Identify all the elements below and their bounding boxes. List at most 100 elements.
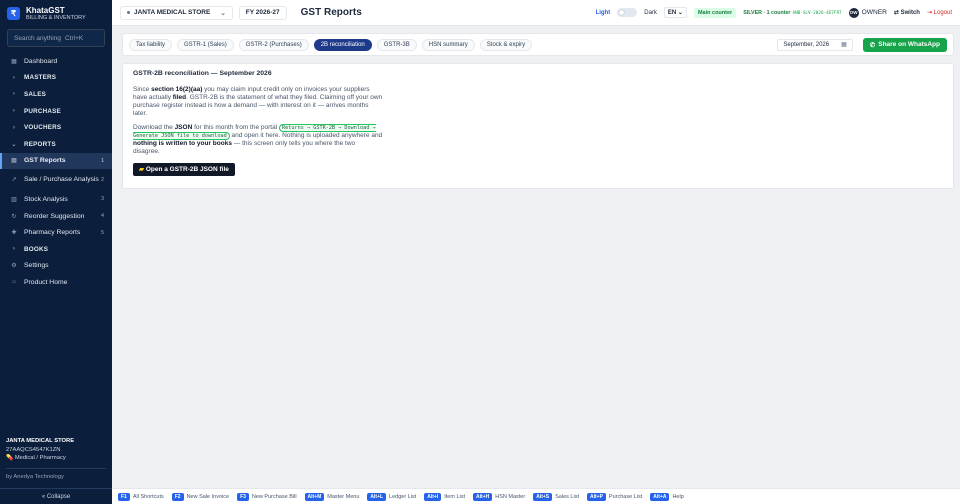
nav-icon: ↗ <box>11 177 17 184</box>
sidebar-item-label: SALES <box>24 90 46 98</box>
logout-button[interactable]: ⇥ Logout <box>927 9 952 16</box>
shortcut-label: All Shortcuts <box>132 493 164 500</box>
license-badge: SILVER · 1 counter ANB-SLV-2026-4E7F97 <box>743 10 841 16</box>
chevron-right-icon: › <box>12 91 16 98</box>
shortcut-number: 4 <box>100 213 104 220</box>
nav-icon: ▦ <box>11 58 17 65</box>
shortcut-item[interactable]: Alt+H HSN Master <box>473 492 525 501</box>
open-json-label: Open a GSTR-2B JSON file <box>145 166 229 173</box>
shortcut-item[interactable]: Alt+L Ledger List <box>367 492 417 501</box>
shortcut-item[interactable]: F1 All Shortcuts <box>118 492 164 501</box>
shortcut-item[interactable]: Alt+A Help <box>650 492 684 501</box>
nav-icon: ✚ <box>11 230 17 237</box>
sidebar-item-label: GST Reports <box>24 157 66 165</box>
sidebar-item-product-home[interactable]: ⌂ Product Home <box>0 274 112 291</box>
sidebar-item-vouchers[interactable]: › VOUCHERS <box>0 119 112 136</box>
fy-selector[interactable]: FY 2026-27 <box>238 5 287 20</box>
store-dot-icon <box>127 11 130 14</box>
tab-gstr-2-purchases[interactable]: GSTR-2 (Purchases) <box>238 38 309 51</box>
chevron-right-icon: › <box>12 124 16 131</box>
brand[interactable]: ₹ KhataGST BILLING & INVENTORY <box>0 0 112 26</box>
sidebar-item-pharmacy-reports[interactable]: ✚ Pharmacy Reports 5 <box>0 224 112 241</box>
sidebar-item-label: VOUCHERS <box>24 124 62 132</box>
sidebar-item-dashboard[interactable]: ▦ Dashboard <box>0 53 112 70</box>
shortcut-key: Alt+S <box>533 492 553 501</box>
shortcut-number: 2 <box>100 177 104 184</box>
shortcut-label: Item List <box>444 493 466 500</box>
shortcut-item[interactable]: Alt+S Sales List <box>533 492 579 501</box>
json-emphasis: JSON <box>174 124 193 131</box>
theme-dark-label[interactable]: Dark <box>644 10 657 16</box>
shortcut-key: Alt+I <box>424 492 442 501</box>
language-select[interactable]: EN ⌄ <box>663 7 687 18</box>
store-selector-label: JANTA MEDICAL STORE <box>134 9 211 16</box>
collapse-button[interactable]: « Collapse <box>0 488 112 504</box>
sidebar-item-purchase[interactable]: › PURCHASE <box>0 103 112 120</box>
open-json-button[interactable]: ▰ Open a GSTR-2B JSON file <box>133 163 235 176</box>
text: Since <box>133 86 152 93</box>
sidebar-item-label: BOOKS <box>24 245 49 253</box>
month-value: September, 2026 <box>783 41 830 48</box>
no-write-emphasis: nothing is written to your books <box>133 140 232 147</box>
card-title: GSTR-2B reconciliation — September 2026 <box>133 70 272 77</box>
sidebar-item-settings[interactable]: ⚙ Settings <box>0 258 112 275</box>
sidebar-item-sales[interactable]: › SALES <box>0 86 112 103</box>
shortcut-label: Master Menu <box>327 493 360 500</box>
shortcut-key: F2 <box>171 492 184 501</box>
sidebar-item-gst-reports[interactable]: ▤ GST Reports 1 <box>0 152 112 170</box>
main-content: Tax liability GSTR-1 (Sales) GSTR-2 (Purch… <box>112 26 960 488</box>
store-type: Medical / Pharmacy <box>14 455 66 461</box>
shortcut-item[interactable]: F2 New Sale Invoice <box>171 492 229 501</box>
shortcut-bar: F1 All Shortcuts F2 New Sale Invoice F3 New P… <box>112 488 960 504</box>
search-placeholder: Search anything <box>14 34 61 42</box>
shortcut-number: 5 <box>100 229 104 236</box>
shortcut-item[interactable]: Alt+M Master Menu <box>304 492 360 501</box>
sidebar: ₹ KhataGST BILLING & INVENTORY Search an… <box>0 0 112 504</box>
tab-hsn-summary[interactable]: HSN summary <box>421 38 475 51</box>
tab-gstr-3b[interactable]: GSTR-3B <box>376 38 417 51</box>
app-name: KhataGST <box>26 5 65 15</box>
text: for this month from the portal <box>192 124 279 131</box>
theme-light-label[interactable]: Light <box>596 10 611 16</box>
shortcut-label: Ledger List <box>389 493 417 500</box>
shortcut-number: 1 <box>100 157 104 164</box>
sidebar-item-reports[interactable]: ⌄ REPORTS <box>0 136 112 153</box>
sidebar-item-stock-analysis[interactable]: ▥ Stock Analysis 3 <box>0 191 112 208</box>
sidebar-item-sale-purchase-analysis[interactable]: ↗ Sale / Purchase Analysis 2 <box>0 169 112 191</box>
tab-gstr-1-sales[interactable]: GSTR-1 (Sales) <box>177 38 234 51</box>
page-title: GST Reports <box>300 7 362 18</box>
section-ref: section 16(2)(aa) <box>151 86 203 93</box>
folder-icon: ▰ <box>139 166 144 173</box>
sidebar-item-books[interactable]: › BOOKS <box>0 241 112 258</box>
chevron-right-icon: › <box>12 108 16 115</box>
shortcut-key: Alt+L <box>367 492 387 501</box>
language-value: EN <box>667 10 677 16</box>
month-picker[interactable]: September, 2026 ▦ <box>777 38 853 51</box>
shortcut-key: Alt+A <box>650 492 670 501</box>
toggle-knob <box>619 10 625 15</box>
nav-icon: ▥ <box>11 196 17 203</box>
license-plan: SILVER · 1 counter <box>743 9 791 16</box>
tab-tax-liability[interactable]: Tax liability <box>129 38 173 51</box>
store-name: JANTA MEDICAL STORE <box>6 438 75 444</box>
shortcut-item[interactable]: F3 New Purchase Bill <box>237 492 297 501</box>
sidebar-item-label: Settings <box>24 262 49 270</box>
shortcut-key: F1 <box>118 492 130 501</box>
store-selector[interactable]: JANTA MEDICAL STORE ⌄ <box>120 5 233 20</box>
sidebar-nav: ▦ Dashboard › MASTERS › SALES › PURCHASE › VOUCHE… <box>0 53 112 291</box>
chevron-down-icon: ⌄ <box>677 10 683 16</box>
shortcut-item[interactable]: Alt+P Purchase List <box>586 492 643 501</box>
shortcut-item[interactable]: Alt+I Item List <box>424 492 466 501</box>
shortcut-label: Purchase List <box>608 493 643 500</box>
search-input[interactable]: Search anything Ctrl+K <box>7 29 105 47</box>
tab-stock-expiry[interactable]: Stock & expiry <box>479 38 533 51</box>
user-menu[interactable]: OW OWNER <box>848 7 887 18</box>
sidebar-item-reorder-suggestion[interactable]: ↻ Reorder Suggestion 4 <box>0 208 112 225</box>
theme-toggle[interactable] <box>617 8 638 17</box>
switch-button[interactable]: ⇄ Switch <box>894 9 920 16</box>
share-whatsapp-button[interactable]: ✆ Share on WhatsApp <box>862 37 947 52</box>
text: and open it here. Nothing is uploaded an… <box>229 132 383 139</box>
sidebar-item-masters[interactable]: › MASTERS <box>0 70 112 87</box>
tab-2b-reconciliation[interactable]: 2B reconciliation <box>313 38 372 51</box>
sidebar-item-label: Reorder Suggestion <box>24 212 85 220</box>
